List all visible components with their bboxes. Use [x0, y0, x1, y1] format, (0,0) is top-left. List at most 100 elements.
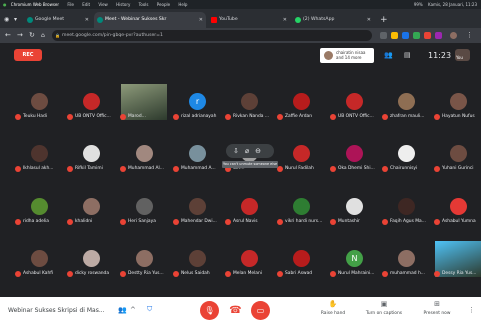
- participant-tile[interactable]: Rivkan Nanda ...: [224, 90, 274, 123]
- participant-tile[interactable]: Oka Dhemi Shi...: [329, 142, 379, 175]
- shield-icon[interactable]: ⛉: [147, 305, 152, 314]
- menu-edit[interactable]: Edit: [82, 2, 90, 7]
- participant-tile[interactable]: UB ONTV Offic...: [329, 90, 379, 123]
- close-tab-icon[interactable]: ✕: [367, 12, 371, 28]
- mic-muted-icon: [277, 114, 283, 120]
- close-tab-icon[interactable]: ✕: [283, 12, 287, 28]
- more-options-icon[interactable]: ⋮: [468, 306, 475, 314]
- extension-icon[interactable]: [380, 32, 387, 39]
- mic-muted-icon: [15, 219, 21, 225]
- close-tab-icon[interactable]: ✕: [199, 12, 203, 28]
- menu-help[interactable]: Help: [178, 2, 187, 7]
- participant-avatar: [293, 198, 310, 215]
- whatsapp-favicon-icon: [295, 17, 301, 23]
- participant-name: Nurul Mahraini...: [338, 271, 375, 276]
- close-tab-icon[interactable]: ✕: [85, 12, 89, 28]
- menu-tools[interactable]: Tools: [139, 2, 149, 7]
- tab-meet-webinar[interactable]: Meet - Webinar Sukses Skr ✕: [94, 12, 206, 28]
- participant-tile[interactable]: Muhammad Al...: [119, 142, 169, 175]
- mic-off-icon[interactable]: ⌀: [245, 147, 255, 155]
- tab-google-meet[interactable]: Google Meet ✕: [24, 12, 92, 28]
- extension-icon[interactable]: [391, 32, 398, 39]
- extension-icon[interactable]: [435, 32, 442, 39]
- participant-name: muhammad h...: [390, 271, 425, 276]
- profile-avatar[interactable]: [450, 32, 457, 39]
- presenter-indicator[interactable]: chairatin nisaa and 14 more: [320, 48, 374, 63]
- menu-people[interactable]: People: [157, 2, 170, 7]
- participant-tile[interactable]: ridha adelia: [14, 195, 64, 228]
- meeting-name[interactable]: Webinar Sukses Skripsi di Mas...: [8, 307, 105, 314]
- menu-view[interactable]: View: [98, 2, 108, 7]
- extension-icon[interactable]: [413, 32, 420, 39]
- mic-off-button[interactable]: 🎙: [200, 301, 219, 320]
- participant-tile[interactable]: Dessy Ria Yus...: [433, 241, 481, 280]
- participant-name: Asrul Navis: [233, 219, 258, 224]
- participant-tile[interactable]: r rizal adrianayah: [172, 90, 222, 123]
- present-now-button[interactable]: ⊞ Present now: [420, 300, 454, 316]
- chat-icon[interactable]: ▤: [404, 51, 411, 59]
- reload-icon[interactable]: ↻: [29, 28, 35, 43]
- participant-tile[interactable]: Ashabul Yumna: [433, 195, 481, 228]
- pin-icon[interactable]: ⇩: [233, 147, 245, 155]
- participant-avatar: [136, 198, 153, 215]
- participant-avatar: [398, 93, 415, 110]
- people-icon[interactable]: 👥: [384, 51, 393, 59]
- participant-tile[interactable]: dicky roswanda: [66, 247, 116, 280]
- participant-tile[interactable]: zhafran mauli...: [381, 90, 431, 123]
- participant-tile[interactable]: Rifkil Tamimi: [66, 142, 116, 175]
- participant-tile[interactable]: Zaffie Ardan: [276, 90, 326, 123]
- participant-tile[interactable]: Heri Sanjaya: [119, 195, 169, 228]
- participant-tile[interactable]: Nelus Saidah: [172, 247, 222, 280]
- address-bar[interactable]: 🔒 meet.google.com/pin-gbqe-pvr?authuser=…: [52, 30, 372, 41]
- tile-hover-controls: ⇩⌀⊖: [226, 144, 274, 158]
- participant-tile[interactable]: Destty Ria Yus...: [119, 247, 169, 280]
- raise-hand-button[interactable]: ✋ Raise hand: [318, 300, 348, 316]
- participant-tile[interactable]: khalidni: [66, 195, 116, 228]
- home-icon[interactable]: ⌂: [41, 28, 45, 43]
- participant-tile[interactable]: Teuku Hadi: [14, 90, 64, 123]
- self-view-tile[interactable]: You: [455, 49, 470, 61]
- participant-tile[interactable]: Yuhani Gurinci: [433, 142, 481, 175]
- presenter-avatar: [324, 51, 333, 60]
- participant-tile[interactable]: Ashabul Kahfi: [14, 247, 64, 280]
- participant-avatar: [31, 145, 48, 162]
- forward-arrow-icon[interactable]: →: [17, 28, 23, 43]
- participant-tile[interactable]: Hayatun Nufus: [433, 90, 481, 123]
- participant-tile[interactable]: Ikhlasul akh...: [14, 142, 64, 175]
- participant-tile[interactable]: vikri hardi nurs...: [276, 195, 326, 228]
- app-name: Chromium Web Browser: [10, 2, 60, 7]
- mic-muted-icon: [434, 114, 440, 120]
- browser-menu-icon[interactable]: ◉: [4, 12, 9, 28]
- participant-tile[interactable]: Marod...: [119, 84, 169, 123]
- extension-icon[interactable]: [402, 32, 409, 39]
- tab-youtube[interactable]: YouTube ✕: [208, 12, 290, 28]
- camera-off-button[interactable]: ▭: [251, 301, 270, 320]
- participant-tile[interactable]: UB ONTV Offic...: [66, 90, 116, 123]
- people-small-icon[interactable]: 👥: [118, 306, 127, 314]
- tab-search-icon[interactable]: ▾: [14, 12, 17, 28]
- more-menu-icon[interactable]: ⋮: [466, 28, 473, 43]
- participant-tile[interactable]: Muntashir: [329, 195, 379, 228]
- new-tab-icon[interactable]: +: [380, 12, 388, 28]
- participant-tile[interactable]: Muhammad A...: [172, 142, 222, 175]
- participant-tile[interactable]: Sabri Aswad: [276, 247, 326, 280]
- participant-tile[interactable]: Nurul Fadilah: [276, 142, 326, 175]
- participant-tile[interactable]: Mahendar Dwi...: [172, 195, 222, 228]
- menu-history[interactable]: History: [116, 2, 130, 7]
- chevron-up-icon[interactable]: ^: [130, 306, 136, 314]
- participant-avatar: [83, 250, 100, 267]
- back-arrow-icon[interactable]: ←: [5, 28, 11, 43]
- extension-icon[interactable]: [424, 32, 431, 39]
- captions-button[interactable]: ▣ Turn on captions: [364, 300, 404, 316]
- menu-file[interactable]: File: [67, 2, 74, 7]
- participant-tile[interactable]: Melan Melani: [224, 247, 274, 280]
- leave-call-button[interactable]: ☎: [226, 301, 245, 320]
- participant-tile[interactable]: muhammad h...: [381, 247, 431, 280]
- tab-whatsapp[interactable]: (2) WhatsApp ✕: [292, 12, 374, 28]
- remove-icon[interactable]: ⊖: [255, 147, 267, 155]
- participant-tile[interactable]: Chairunnisyi: [381, 142, 431, 175]
- participant-tile[interactable]: N Nurul Mahraini...: [329, 247, 379, 280]
- mic-muted-icon: [15, 166, 21, 172]
- participant-tile[interactable]: Faqih Agus Ma...: [381, 195, 431, 228]
- participant-tile[interactable]: Asrul Navis: [224, 195, 274, 228]
